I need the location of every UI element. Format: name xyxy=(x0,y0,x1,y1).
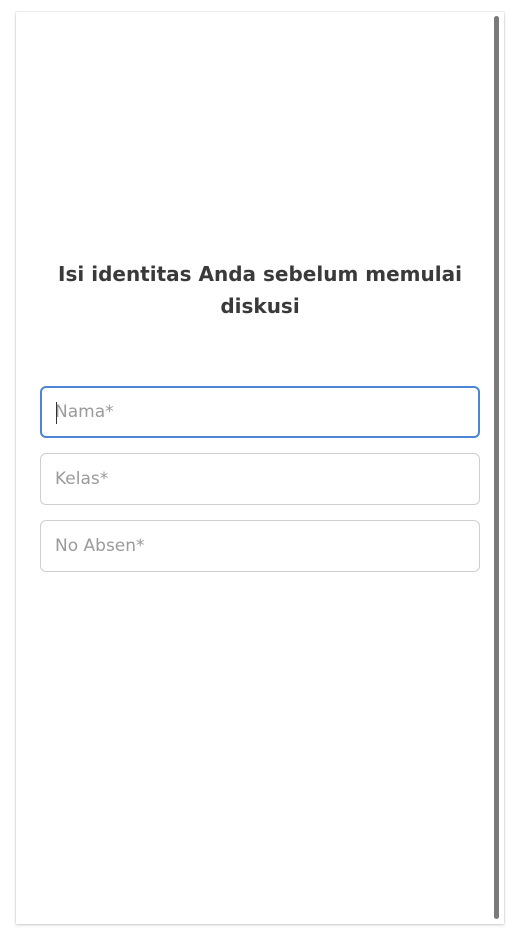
class-field-container[interactable] xyxy=(40,453,480,505)
form-heading: Isi identitas Anda sebelum memulai disku… xyxy=(58,262,462,318)
text-caret xyxy=(56,402,57,424)
attendance-number-input[interactable] xyxy=(55,521,479,571)
attendance-number-field-container[interactable] xyxy=(40,520,480,572)
vertical-scrollbar[interactable] xyxy=(494,16,499,919)
name-input[interactable] xyxy=(55,388,478,436)
name-field-container[interactable] xyxy=(40,386,480,438)
class-input[interactable] xyxy=(55,454,479,504)
